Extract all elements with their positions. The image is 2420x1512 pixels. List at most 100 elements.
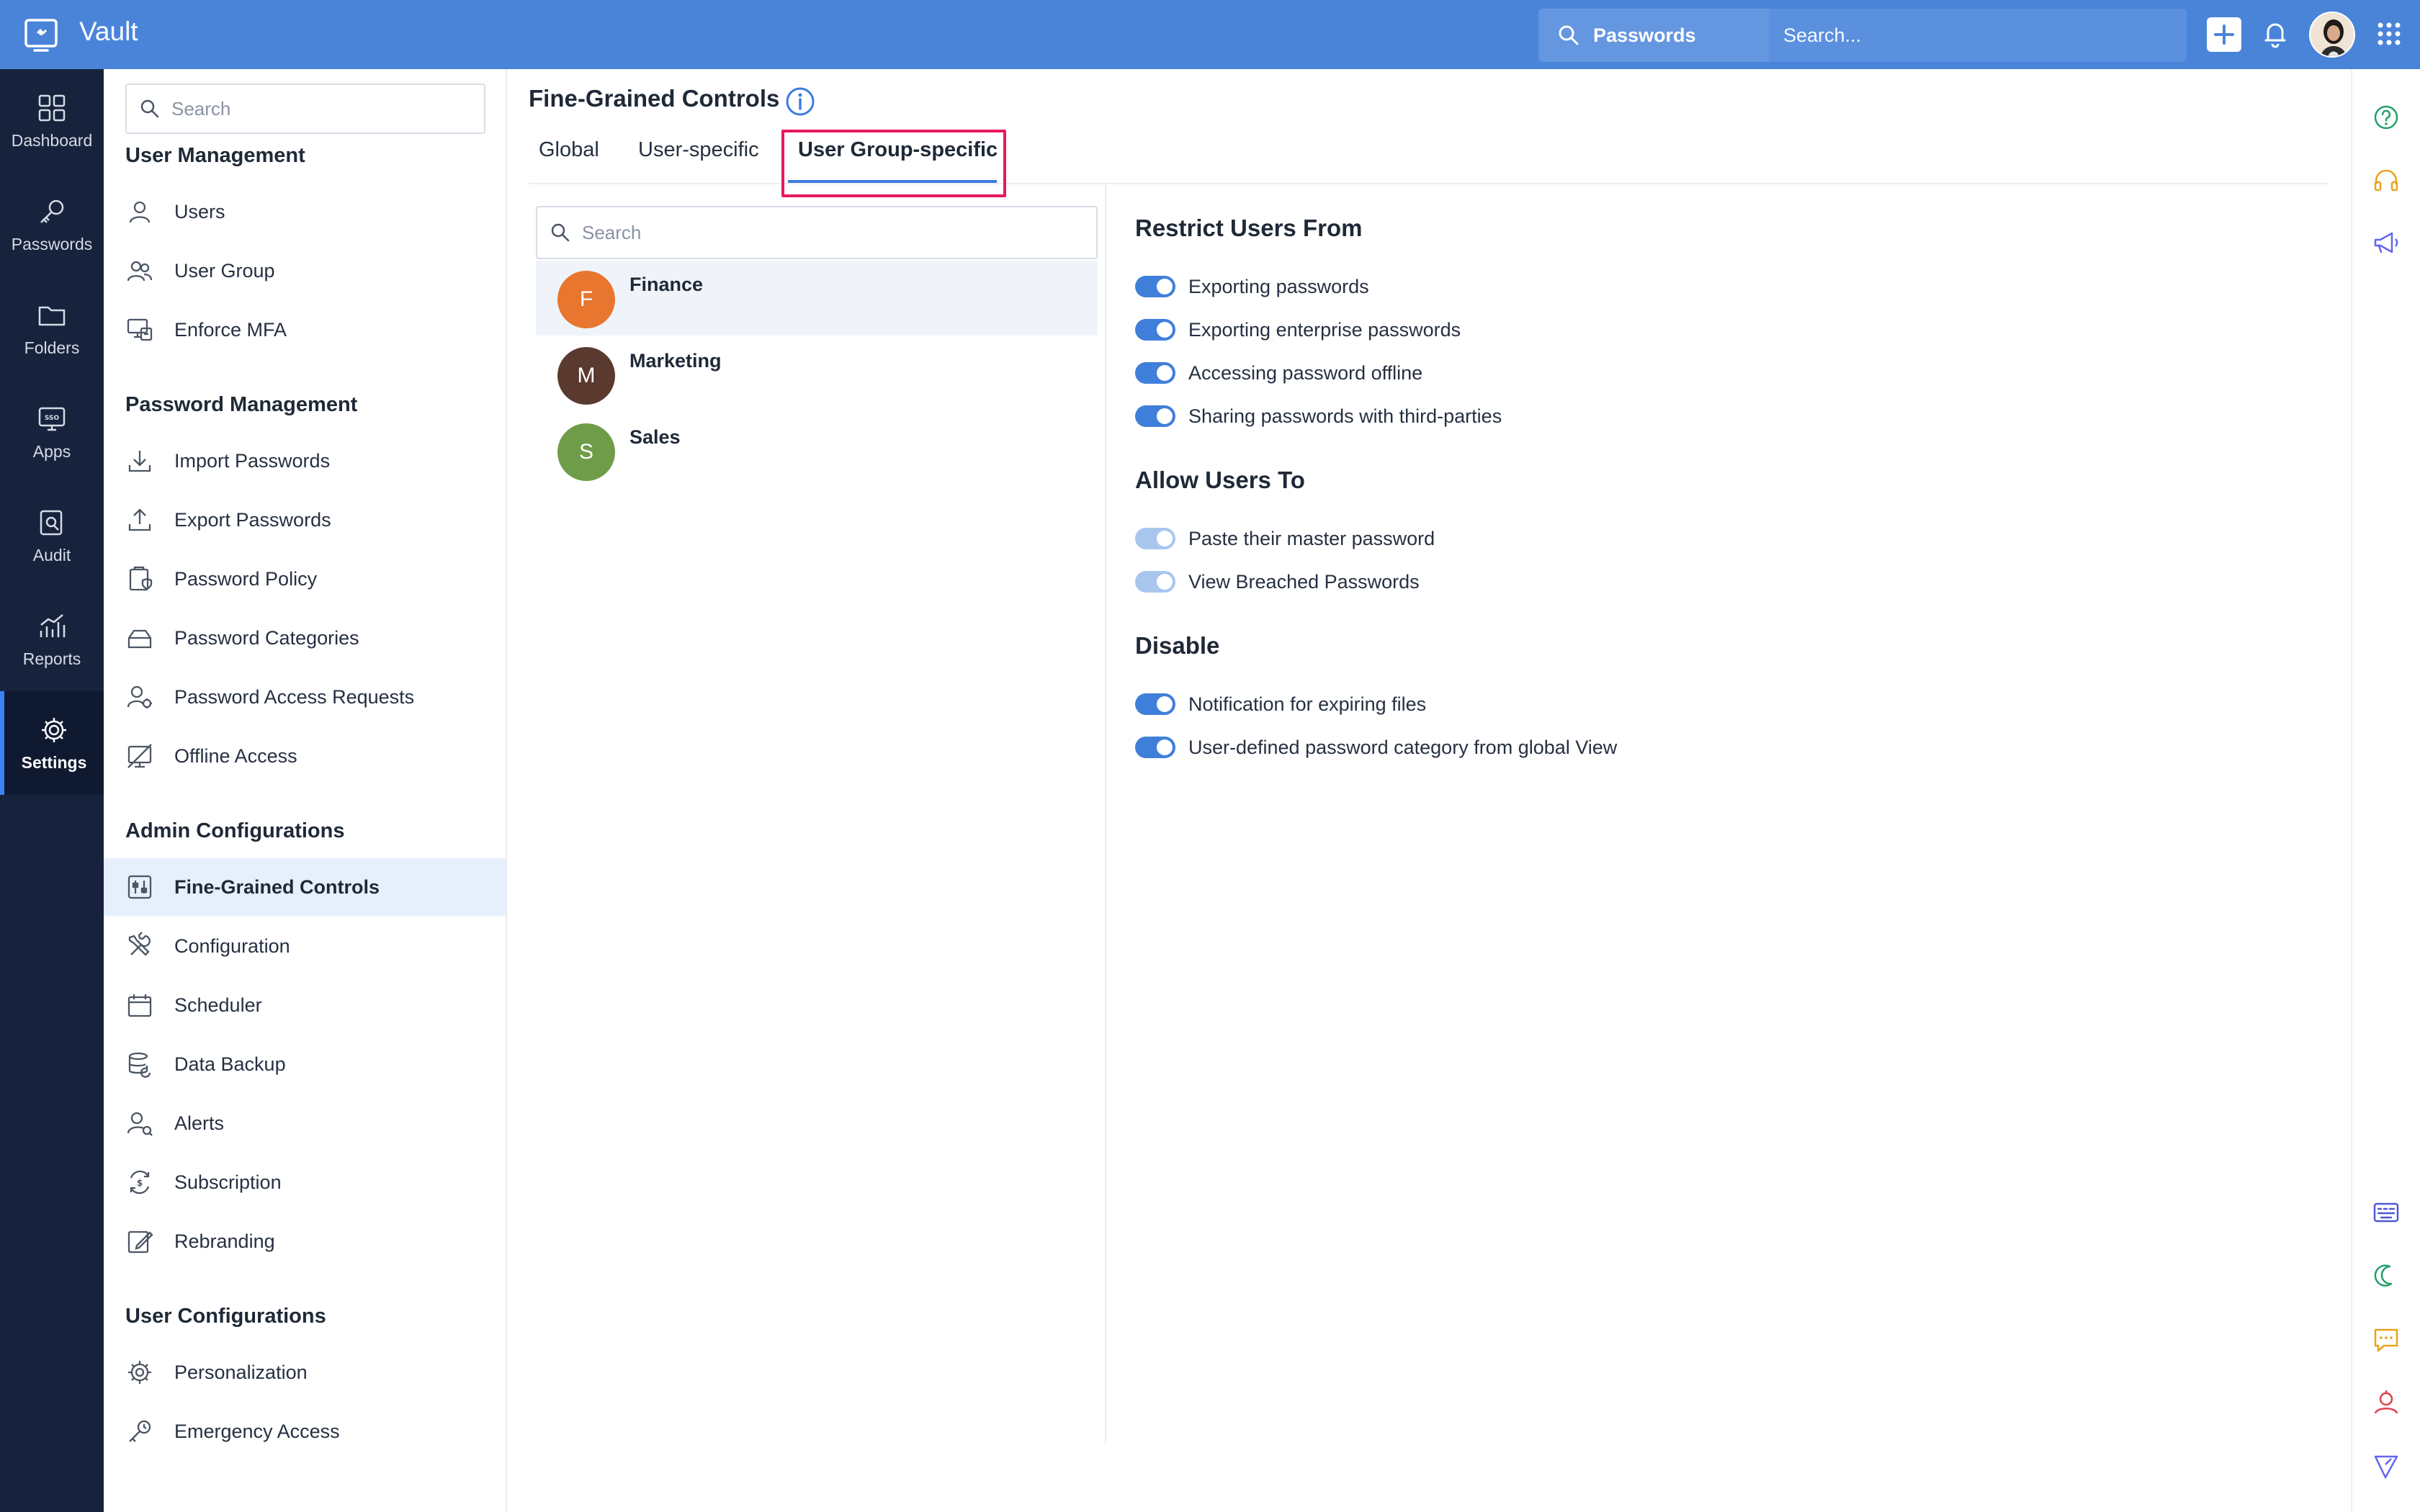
send-feedback-icon[interactable]: [2370, 1450, 2403, 1483]
sidebar-item-user-group[interactable]: User Group: [104, 242, 506, 300]
sidebar-item-password-policy[interactable]: Password Policy: [104, 550, 506, 608]
tools-icon: [128, 932, 151, 956]
nav-item-settings[interactable]: Settings: [0, 691, 104, 795]
sidebar-item-label: Subscription: [174, 1171, 282, 1193]
group-search-input[interactable]: Search: [536, 206, 1098, 259]
sidebar-item-import-passwords[interactable]: Import Passwords: [104, 432, 506, 490]
control-label: Paste their master password: [1188, 527, 1435, 549]
keyboard-icon[interactable]: [2370, 1197, 2403, 1230]
column-divider: [1105, 184, 1106, 1444]
group-item-sales[interactable]: S Sales: [536, 413, 1098, 488]
sidebar-item-label: Alerts: [174, 1112, 225, 1134]
help-icon[interactable]: [2370, 101, 2403, 134]
user-avatar[interactable]: [2309, 12, 2355, 58]
search-scope-label: Passwords: [1593, 24, 1696, 46]
nav-item-audit[interactable]: Audit: [0, 484, 104, 588]
global-search-input[interactable]: Search...: [1769, 9, 2187, 62]
sidebar-item-export-passwords[interactable]: Export Passwords: [104, 491, 506, 549]
sidebar-item-password-access-requests[interactable]: Password Access Requests: [104, 668, 506, 726]
tab-global[interactable]: Global: [539, 138, 599, 162]
sidebar-item-label: Data Backup: [174, 1053, 286, 1075]
sidebar-item-enforce-mfa[interactable]: Enforce MFA: [104, 301, 506, 359]
sidebar-item-subscription[interactable]: $ Subscription: [104, 1153, 506, 1211]
sidebar-item-users[interactable]: Users: [104, 183, 506, 240]
sidebar-item-rebranding[interactable]: Rebranding: [104, 1212, 506, 1270]
add-button[interactable]: [2207, 17, 2241, 52]
sidebar-item-configuration[interactable]: Configuration: [104, 917, 506, 975]
sidebar-item-fine-grained-controls[interactable]: Fine-Grained Controls: [104, 858, 506, 916]
sidebar-item-label: Configuration: [174, 935, 290, 957]
sidebar-item-label: Export Passwords: [174, 508, 331, 531]
group-avatar: S: [557, 423, 615, 481]
toggle-switch[interactable]: [1135, 276, 1175, 297]
control-label: User-defined password category from glob…: [1188, 736, 1618, 758]
emergency-access-icon: [129, 1420, 151, 1442]
vault-logo-icon[interactable]: [22, 16, 60, 55]
toggle-switch[interactable]: [1135, 571, 1175, 593]
nav-label: Settings: [21, 752, 87, 772]
group-item-finance[interactable]: F Finance: [536, 261, 1098, 336]
policy-icon: [129, 566, 153, 591]
sidebar-item-emergency-access[interactable]: Emergency Access: [104, 1403, 506, 1460]
edit-brand-icon: [127, 1230, 153, 1254]
sidebar-item-alerts[interactable]: Alerts: [104, 1094, 506, 1152]
nav-label: Dashboard: [11, 130, 93, 150]
gear-icon: [128, 1361, 151, 1384]
sidebar-item-data-backup[interactable]: Data Backup: [104, 1035, 506, 1093]
dark-mode-moon-icon[interactable]: [2370, 1260, 2403, 1293]
sidebar-item-scheduler[interactable]: Scheduler: [104, 976, 506, 1034]
chat-icon[interactable]: [2370, 1323, 2403, 1356]
toggle-switch[interactable]: [1135, 528, 1175, 549]
sidebar-item-label: User Group: [174, 259, 275, 282]
section-heading-password-management: Password Management: [125, 393, 358, 416]
tab-user-specific[interactable]: User-specific: [638, 138, 759, 162]
group-name: Sales: [629, 426, 681, 448]
app-grid-icon[interactable]: [2371, 16, 2407, 52]
settings-sidebar: Search User Management Users User Group …: [104, 69, 507, 1512]
user-icon: [129, 201, 151, 223]
sidebar-item-password-categories[interactable]: Password Categories: [104, 609, 506, 667]
main-nav-rail: Dashboard Passwords Folders SSO Apps Aud…: [0, 69, 104, 1512]
headset-icon[interactable]: [2370, 164, 2403, 197]
sidebar-item-label: Password Access Requests: [174, 685, 415, 708]
group-avatar: F: [557, 271, 615, 328]
nav-item-passwords[interactable]: Passwords: [0, 173, 104, 276]
sidebar-item-offline-access[interactable]: Offline Access: [104, 727, 506, 785]
control-label: Exporting passwords: [1188, 275, 1369, 297]
control-label: Exporting enterprise passwords: [1188, 318, 1461, 341]
global-search-placeholder: Search...: [1783, 24, 1862, 46]
gear-icon: [42, 717, 66, 742]
sidebar-item-label: Enforce MFA: [174, 318, 287, 341]
toggle-switch[interactable]: [1135, 319, 1175, 341]
nav-item-apps[interactable]: SSO Apps: [0, 380, 104, 484]
group-item-marketing[interactable]: M Marketing: [536, 337, 1098, 412]
restrict-users-heading: Restrict Users From: [1135, 215, 1363, 241]
alert-user-icon: [127, 1112, 153, 1136]
search-scope-selector[interactable]: Passwords: [1538, 9, 1769, 62]
profile-badge-icon[interactable]: [2370, 1387, 2403, 1420]
toggle-switch[interactable]: [1135, 693, 1175, 715]
bell-icon[interactable]: [2257, 16, 2293, 52]
section-heading-user-management: User Management: [125, 144, 305, 167]
search-icon: [1559, 25, 1579, 45]
toggle-switch[interactable]: [1135, 405, 1175, 427]
sidebar-item-personalization[interactable]: Personalization: [104, 1344, 506, 1401]
toggle-switch[interactable]: [1135, 737, 1175, 758]
control-exporting-passwords: Exporting passwords: [1135, 272, 1369, 301]
subscription-icon: $: [130, 1170, 150, 1194]
sidebar-search-input[interactable]: Search: [125, 84, 485, 134]
nav-item-folders[interactable]: Folders: [0, 276, 104, 380]
info-icon[interactable]: [784, 85, 817, 118]
group-name: Finance: [629, 274, 704, 295]
access-request-icon: [127, 685, 152, 708]
nav-item-reports[interactable]: Reports: [0, 588, 104, 691]
toggle-switch[interactable]: [1135, 362, 1175, 384]
control-accessing-password-offline: Accessing password offline: [1135, 359, 1422, 387]
categories-icon: [127, 629, 152, 649]
nav-item-dashboard[interactable]: Dashboard: [0, 69, 104, 173]
disable-heading: Disable: [1135, 632, 1220, 659]
sidebar-item-label: Rebranding: [174, 1230, 275, 1252]
control-exporting-enterprise-passwords: Exporting enterprise passwords: [1135, 315, 1461, 344]
megaphone-icon[interactable]: [2370, 226, 2403, 259]
sidebar-item-label: Import Passwords: [174, 449, 331, 472]
